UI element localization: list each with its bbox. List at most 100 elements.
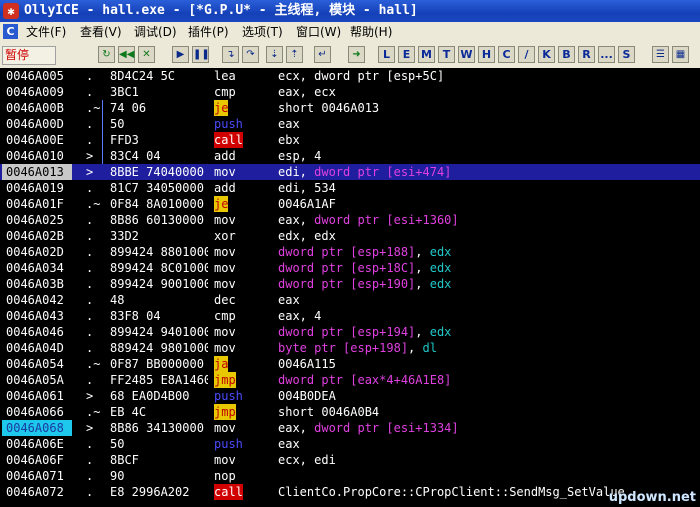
disasm-row[interactable]: 0046A066 .~ EB 4C jmp short 0046A0B4 (0, 404, 700, 420)
row-mnemonic: mov (214, 261, 236, 275)
menu-plugins[interactable]: 插件(P) (188, 22, 229, 42)
row-marker: .~ (86, 357, 101, 371)
disasm-row[interactable]: 0046A06F. 8BCF mov ecx, edi (0, 452, 700, 468)
disasm-row[interactable]: 0046A061 >68 EA0D4B00 push 004B0DEA (0, 388, 700, 404)
handles-button[interactable]: H (478, 46, 495, 63)
row-hex-dump: FFD3 (110, 133, 139, 147)
disasm-row[interactable]: 0046A00D. 50 push eax (0, 116, 700, 132)
cpu-button[interactable]: C (498, 46, 515, 63)
patches-button[interactable]: / (518, 46, 535, 63)
menu-debug[interactable]: 调试(D) (134, 22, 177, 42)
row-hex-dump: EB 4C (110, 405, 147, 419)
menu-window[interactable]: 窗口(W) (296, 22, 341, 42)
open-icon[interactable]: ↻ (98, 46, 115, 63)
goto-icon[interactable]: ➜ (348, 46, 365, 63)
operand-token: short 0046A013 (278, 101, 380, 115)
row-address: 0046A043 (6, 309, 64, 323)
disasm-row[interactable]: 0046A025. 8B86 60130000 mov eax, dword ptr … (0, 212, 700, 228)
disasm-row[interactable]: 0046A019. 81C7 34050000 add edi, 534 (0, 180, 700, 196)
row-address: 0046A03B (6, 277, 64, 291)
row-operands: eax, ecx (278, 84, 336, 100)
disasm-row[interactable]: 0046A013 >8BBE 74040000 mov edi, dword ptr … (0, 164, 700, 180)
executables-button[interactable]: E (398, 46, 415, 63)
disasm-row[interactable]: 0046A03B. 899424 90010000 mov dword ptr [es… (0, 276, 700, 292)
row-marker: > (86, 389, 94, 403)
disasm-row[interactable]: 0046A043. 83F8 04 cmp eax, 4 (0, 308, 700, 324)
trace-over-icon[interactable]: ⇡ (286, 46, 303, 63)
call-stack-button[interactable]: K (538, 46, 555, 63)
row-address: 0046A06F (6, 453, 64, 467)
disasm-row[interactable]: 0046A04D. 889424 98010000 mov byte ptr [esp… (0, 340, 700, 356)
breakpoints-button[interactable]: B (558, 46, 575, 63)
row-address: 0046A05A (6, 373, 64, 387)
disasm-row[interactable]: 0046A05A. FF2485 E8A1460 jmp dword ptr [eax… (0, 372, 700, 388)
row-hex-dump: 83F8 04 (110, 309, 161, 323)
row-marker: . (86, 293, 94, 307)
disasm-row[interactable]: 0046A054 .~ 0F87 BB000000 ja 0046A115 (0, 356, 700, 372)
disasm-row[interactable]: 0046A034. 899424 8C010000 mov dword ptr [es… (0, 260, 700, 276)
debug-status: 暂停 (2, 46, 56, 65)
disasm-row[interactable]: 0046A009. 3BC1 cmp eax, ecx (0, 84, 700, 100)
references-button[interactable]: R (578, 46, 595, 63)
menu-options[interactable]: 选项(T) (242, 22, 283, 42)
threads-button[interactable]: T (438, 46, 455, 63)
pause-icon[interactable]: ❚❚ (192, 46, 210, 63)
operand-token: edx (429, 245, 452, 259)
step-over-icon[interactable]: ↷ (242, 46, 259, 63)
row-operands: eax, 4 (278, 308, 321, 324)
disasm-row[interactable]: 0046A010 >83C4 04 add esp, 4 (0, 148, 700, 164)
disasm-row[interactable]: 0046A071. 90 nop (0, 468, 700, 484)
disasm-row[interactable]: 0046A01F .~ 0F84 8A010000 je 0046A1AF (0, 196, 700, 212)
window-title: OllyICE - hall.exe - [*G.P.U* - 主线程, 模块 … (24, 3, 418, 18)
row-address: 0046A06E (6, 437, 64, 451)
disasm-row[interactable]: 0046A00E. FFD3 call ebx (0, 132, 700, 148)
row-mnemonic: push (214, 389, 243, 403)
source-button[interactable]: S (618, 46, 635, 63)
row-hex-dump: 50 (110, 437, 125, 451)
operand-token: dl (422, 341, 437, 355)
run-trace-button[interactable]: ... (598, 46, 615, 63)
menu-file[interactable]: 文件(F) (26, 22, 66, 42)
disasm-row[interactable]: 0046A02B. 33D2 xor edx, edx (0, 228, 700, 244)
menu-view[interactable]: 查看(V) (80, 22, 122, 42)
trace-into-icon[interactable]: ⇣ (266, 46, 283, 63)
row-operands: dword ptr [esp+194], edx (278, 324, 451, 340)
row-mnemonic: call (214, 484, 243, 500)
step-into-icon[interactable]: ↴ (222, 46, 239, 63)
disasm-row[interactable]: 0046A072. E8 2996A202 call ClientCo.PropCor… (0, 484, 700, 500)
operand-token: ClientCo.PropCore::CPropClient::SendMsg_… (278, 485, 625, 499)
options-icon[interactable]: ▦ (672, 46, 689, 63)
row-address: 0046A00E (6, 133, 64, 147)
row-marker: . (86, 69, 94, 83)
row-operands: 0046A1AF (278, 196, 336, 212)
execute-till-return-icon[interactable]: ↵ (314, 46, 331, 63)
memory-map-button[interactable]: M (418, 46, 435, 63)
operand-token: , (415, 325, 430, 339)
disasm-row[interactable]: 0046A046. 899424 94010000 mov dword ptr [es… (0, 324, 700, 340)
operand-token: dword ptr [esp+194] (278, 325, 416, 339)
row-mnemonic: cmp (214, 309, 236, 323)
row-address: 0046A04D (6, 341, 64, 355)
list-icon[interactable]: ☰ (652, 46, 669, 63)
disasm-row[interactable]: 0046A068 >8B86 34130000 mov eax, dword ptr … (0, 420, 700, 436)
disassembly-pane[interactable]: 0046A005. 8D4C24 5C lea ecx, dword ptr [esp… (0, 68, 700, 507)
operand-token: dword ptr [esp+5C] (314, 69, 445, 83)
row-operands: eax, dword ptr [esi+1334] (278, 420, 459, 436)
row-marker: . (86, 245, 94, 259)
row-mnemonic: cmp (214, 85, 236, 99)
disasm-row[interactable]: 0046A005. 8D4C24 5C lea ecx, dword ptr [esp… (0, 68, 700, 84)
system-menu-icon[interactable]: C (3, 24, 18, 39)
row-address: 0046A00B (6, 101, 64, 115)
windows-button[interactable]: W (458, 46, 475, 63)
row-operands: short 0046A0B4 (278, 404, 379, 420)
menu-help[interactable]: 帮助(H) (350, 22, 392, 42)
close-icon[interactable]: ✕ (138, 46, 155, 63)
rewind-icon[interactable]: ◀◀ (118, 46, 135, 63)
log-window-button[interactable]: L (378, 46, 395, 63)
disasm-row[interactable]: 0046A02D. 899424 88010000 mov dword ptr [es… (0, 244, 700, 260)
run-icon[interactable]: ▶ (172, 46, 189, 63)
disasm-row[interactable]: 0046A00B .~ 74 06 je short 0046A013 (0, 100, 700, 116)
row-operands: eax (278, 292, 300, 308)
disasm-row[interactable]: 0046A06E. 50 push eax (0, 436, 700, 452)
disasm-row[interactable]: 0046A042. 48 dec eax (0, 292, 700, 308)
